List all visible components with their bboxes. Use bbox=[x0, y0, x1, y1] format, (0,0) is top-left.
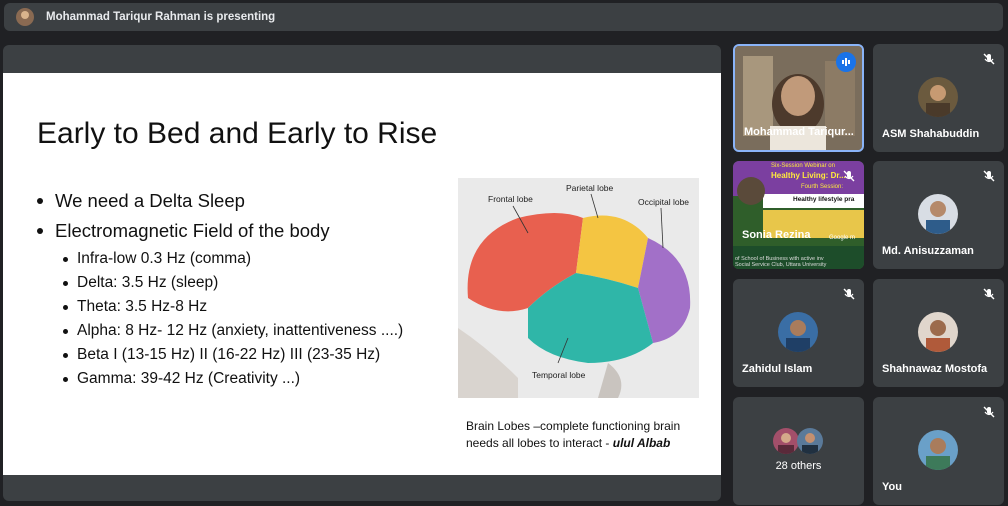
participant-name: Zahidul Islam bbox=[742, 363, 813, 375]
participant-name: Md. Anisuzzaman bbox=[882, 245, 974, 257]
bullet-item: Electromagnetic Field of the body bbox=[37, 220, 403, 242]
sub-bullet-item: Beta I (13-15 Hz) II (16-22 Hz) III (23-… bbox=[63, 346, 403, 364]
avatar bbox=[918, 312, 958, 352]
participant-tile[interactable]: Shahnawaz Mostofa bbox=[873, 279, 1004, 387]
parietal-lobe-label: Parietal lobe bbox=[566, 183, 614, 193]
sub-bullet-item: Gamma: 39-42 Hz (Creativity ...) bbox=[63, 370, 403, 388]
temporal-lobe-label: Temporal lobe bbox=[532, 370, 586, 380]
sub-bullet-item: Infra-low 0.3 Hz (comma) bbox=[63, 250, 403, 268]
participant-name: Sonia Rezina bbox=[742, 229, 811, 241]
sub-bullet-item: Alpha: 8 Hz- 12 Hz (anxiety, inattentive… bbox=[63, 322, 403, 340]
avatar bbox=[918, 77, 958, 117]
presenting-banner: Mohammad Tariqur Rahman is presenting bbox=[4, 3, 1003, 31]
mic-off-icon bbox=[983, 53, 995, 65]
avatar bbox=[773, 428, 799, 454]
participant-tile[interactable]: Zahidul Islam bbox=[733, 279, 864, 387]
avatar bbox=[918, 194, 958, 234]
mic-off-icon bbox=[983, 170, 995, 182]
others-count: 28 others bbox=[775, 460, 822, 472]
participant-tile[interactable]: Md. Anisuzzaman bbox=[873, 161, 1004, 269]
avatar bbox=[918, 430, 958, 470]
brain-lobes-diagram: Frontal lobe Parietal lobe Occipital lob… bbox=[458, 178, 699, 398]
sub-bullet-item: Delta: 3.5 Hz (sleep) bbox=[63, 274, 403, 292]
bullet-item: We need a Delta Sleep bbox=[37, 190, 403, 212]
participant-name: Shahnawaz Mostofa bbox=[882, 363, 988, 375]
slide-bullets: We need a Delta Sleep Electromagnetic Fi… bbox=[37, 190, 403, 394]
slide-title: Early to Bed and Early to Rise bbox=[37, 117, 438, 150]
participant-name: Mohammad Tariqur... bbox=[744, 126, 854, 138]
avatar bbox=[797, 428, 823, 454]
occipital-lobe-label: Occipital lobe bbox=[638, 197, 689, 207]
participant-tile-self[interactable]: You bbox=[873, 397, 1004, 505]
presenter-avatar bbox=[16, 8, 34, 26]
mic-off-icon bbox=[983, 288, 995, 300]
presenting-text: Mohammad Tariqur Rahman is presenting bbox=[46, 11, 276, 23]
participant-name: ASM Shahabuddin bbox=[882, 128, 980, 140]
frontal-lobe-label: Frontal lobe bbox=[488, 194, 533, 204]
mic-off-icon bbox=[843, 170, 855, 182]
slide-caption: Brain Lobes –complete functioning brain … bbox=[466, 419, 681, 450]
sub-bullet-item: Theta: 3.5 Hz-8 Hz bbox=[63, 298, 403, 316]
participant-tile-presentation[interactable]: Six-Session Webinar on Healthy Living: D… bbox=[733, 161, 864, 269]
slide: Early to Bed and Early to Rise We need a… bbox=[3, 73, 721, 475]
others-tile[interactable]: 28 others bbox=[733, 397, 864, 505]
participant-name: You bbox=[882, 481, 902, 493]
speaking-indicator-icon bbox=[836, 52, 856, 72]
mic-off-icon bbox=[983, 406, 995, 418]
participant-tile[interactable]: ASM Shahabuddin bbox=[873, 44, 1004, 152]
presentation-stage[interactable]: Early to Bed and Early to Rise We need a… bbox=[3, 45, 721, 501]
participant-tile-presenter[interactable]: Mohammad Tariqur... bbox=[733, 44, 864, 152]
avatar bbox=[778, 312, 818, 352]
mic-off-icon bbox=[843, 288, 855, 300]
